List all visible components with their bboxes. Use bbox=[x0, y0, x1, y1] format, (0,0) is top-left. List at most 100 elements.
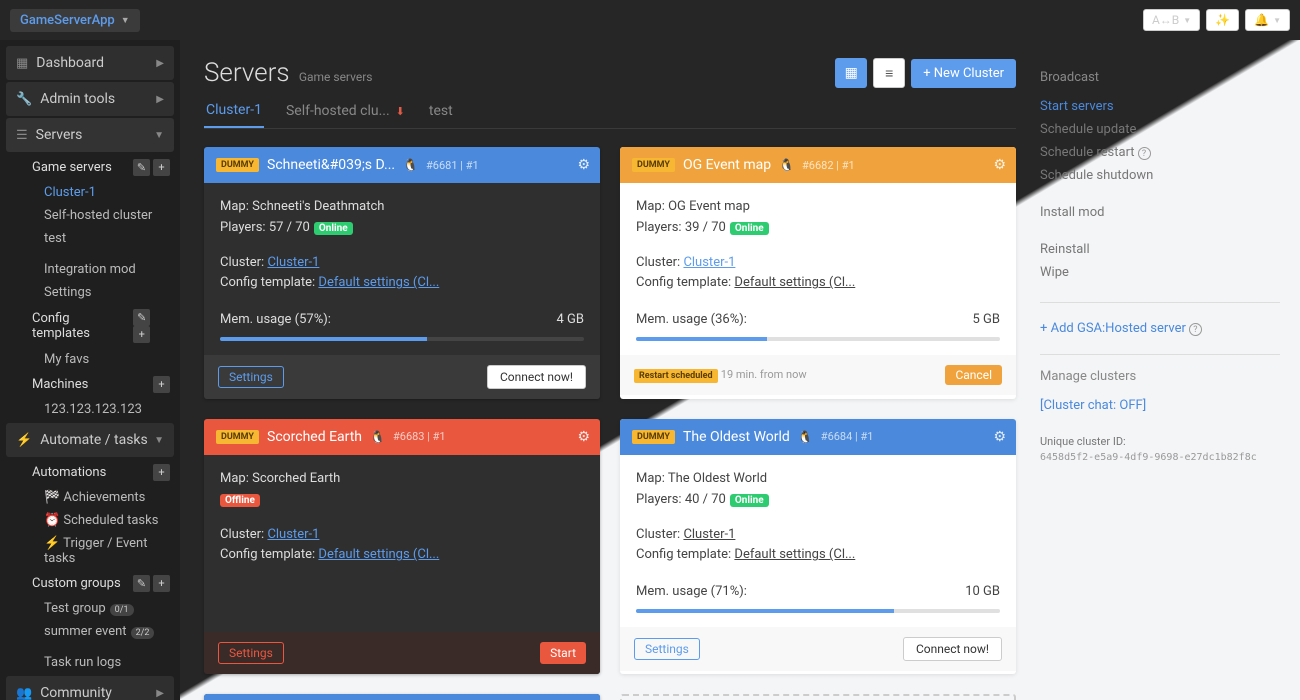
connect-button[interactable]: Connect now! bbox=[487, 365, 586, 389]
server-card-header: DUMMY The Center 🐧 #6685 | #1 ⚙ bbox=[204, 694, 600, 700]
server-id: #6682 | #1 bbox=[802, 159, 855, 172]
plus-icon[interactable]: + bbox=[153, 376, 170, 393]
memory-bar bbox=[636, 337, 1000, 341]
schedule-update-link[interactable]: Schedule update bbox=[1040, 118, 1280, 141]
gear-icon[interactable]: ⚙ bbox=[577, 429, 590, 445]
nav-config-templates[interactable]: Config templates✎+ bbox=[22, 304, 174, 348]
cluster-chat-link[interactable]: [Cluster chat: OFF] bbox=[1040, 394, 1280, 417]
cluster-link[interactable]: Cluster-1 bbox=[683, 255, 735, 270]
gear-icon[interactable]: ⚙ bbox=[993, 429, 1006, 445]
edit-icon[interactable]: ✎ bbox=[133, 575, 150, 592]
nav-self-hosted[interactable]: Self-hosted cluster bbox=[22, 204, 174, 227]
language-button[interactable]: A↔B▼ bbox=[1143, 9, 1200, 31]
nav-achievements[interactable]: 🏁 Achievements bbox=[22, 486, 174, 509]
settings-button[interactable]: Settings bbox=[634, 638, 700, 660]
plus-icon[interactable]: + bbox=[133, 326, 150, 343]
nav-scheduled-tasks[interactable]: ⏰ Scheduled tasks bbox=[22, 509, 174, 532]
linux-icon: 🐧 bbox=[798, 430, 813, 444]
config-link[interactable]: Default settings (Cl... bbox=[318, 275, 439, 290]
server-card-header: DUMMY The Oldest World 🐧 #6684 | #1 ⚙ bbox=[620, 419, 1016, 455]
dummy-badge: DUMMY bbox=[216, 158, 259, 172]
plus-icon[interactable]: + bbox=[153, 464, 170, 481]
status-badge: Online bbox=[730, 494, 769, 507]
empty-slot[interactable] bbox=[620, 694, 1016, 700]
install-mod-link[interactable]: Install mod bbox=[1040, 201, 1280, 224]
tab-self-hosted[interactable]: Self-hosted clu...⬇ bbox=[284, 94, 407, 128]
tab-test[interactable]: test bbox=[427, 94, 455, 128]
status-badge: Online bbox=[730, 222, 769, 235]
nav-machines[interactable]: Machines+ bbox=[22, 371, 174, 398]
nav-cluster-1[interactable]: Cluster-1 bbox=[22, 181, 174, 204]
cluster-link[interactable]: Cluster-1 bbox=[267, 255, 319, 270]
page-subtitle: Game servers bbox=[299, 70, 373, 84]
edit-icon[interactable]: ✎ bbox=[133, 309, 150, 326]
add-hosted-server-link[interactable]: + Add GSA:Hosted server? bbox=[1040, 317, 1280, 340]
server-name: The Oldest World bbox=[683, 429, 790, 445]
cluster-link[interactable]: Cluster-1 bbox=[683, 527, 735, 542]
nav-admin-tools[interactable]: 🔧Admin tools▶ bbox=[6, 82, 174, 116]
help-icon: ? bbox=[1189, 323, 1202, 336]
reinstall-link[interactable]: Reinstall bbox=[1040, 238, 1280, 261]
nav-settings[interactable]: Settings bbox=[22, 281, 174, 304]
nav-automations[interactable]: Automations+ bbox=[22, 459, 174, 486]
grid-view-button[interactable]: ▦ bbox=[835, 58, 867, 88]
nav-machine-ip[interactable]: 123.123.123.123 bbox=[22, 398, 174, 421]
server-name: Scorched Earth bbox=[267, 429, 362, 445]
nav-task-run-logs[interactable]: Task run logs bbox=[22, 651, 174, 674]
config-link[interactable]: Default settings (Cl... bbox=[318, 547, 439, 562]
nav-game-servers[interactable]: Game servers✎+ bbox=[22, 154, 174, 181]
list-view-button[interactable]: ≡ bbox=[873, 58, 905, 88]
nav-my-favs[interactable]: My favs bbox=[22, 348, 174, 371]
magic-button[interactable]: ✨ bbox=[1206, 9, 1239, 31]
nav-servers[interactable]: ☰Servers▼ bbox=[6, 118, 174, 152]
memory-bar bbox=[636, 609, 1000, 613]
bolt-icon: ⚡ bbox=[16, 433, 32, 448]
cancel-button[interactable]: Cancel bbox=[945, 365, 1002, 385]
nav-trigger-tasks[interactable]: ⚡ Trigger / Event tasks bbox=[22, 532, 174, 570]
connect-button[interactable]: Connect now! bbox=[903, 637, 1002, 661]
cluster-tabs: Cluster-1 Self-hosted clu...⬇ test bbox=[204, 94, 1016, 129]
settings-button[interactable]: Settings bbox=[218, 642, 284, 664]
nav-summer-event[interactable]: summer event2/2 bbox=[22, 620, 174, 643]
dummy-badge: DUMMY bbox=[632, 158, 675, 172]
people-icon: 👥 bbox=[16, 686, 32, 700]
tab-cluster-1[interactable]: Cluster-1 bbox=[204, 94, 264, 128]
nav-integration-mod[interactable]: Integration mod bbox=[22, 258, 174, 281]
manage-clusters-heading: Manage clusters bbox=[1040, 369, 1280, 384]
brand-menu[interactable]: GameServerApp ▼ bbox=[10, 9, 140, 32]
edit-icon[interactable]: ✎ bbox=[133, 159, 150, 176]
schedule-restart-link[interactable]: Schedule restart? bbox=[1040, 141, 1280, 164]
start-button[interactable]: Start bbox=[540, 642, 586, 664]
wipe-link[interactable]: Wipe bbox=[1040, 261, 1280, 284]
nav-dashboard[interactable]: ▦Dashboard▶ bbox=[6, 46, 174, 80]
start-servers-link[interactable]: Start servers bbox=[1040, 95, 1280, 118]
schedule-shutdown-link[interactable]: Schedule shutdown bbox=[1040, 164, 1280, 187]
gear-icon[interactable]: ⚙ bbox=[993, 157, 1006, 173]
chevron-right-icon: ▶ bbox=[156, 58, 164, 69]
server-id: #6684 | #1 bbox=[821, 430, 874, 443]
help-icon: ? bbox=[1138, 147, 1151, 160]
config-link[interactable]: Default settings (Cl... bbox=[734, 547, 855, 562]
cluster-link[interactable]: Cluster-1 bbox=[267, 527, 319, 542]
nav-test[interactable]: test bbox=[22, 227, 174, 250]
config-link[interactable]: Default settings (Cl... bbox=[734, 275, 855, 290]
nav-community[interactable]: 👥Community▶ bbox=[6, 676, 174, 700]
dummy-badge: DUMMY bbox=[216, 430, 259, 444]
server-name: Schneeti&#039;s D... bbox=[267, 157, 395, 173]
plus-icon[interactable]: + bbox=[153, 575, 170, 592]
nav-test-group[interactable]: Test group0/1 bbox=[22, 597, 174, 620]
restart-scheduled-badge: Restart scheduled bbox=[634, 369, 718, 383]
settings-button[interactable]: Settings bbox=[218, 366, 284, 388]
nav-custom-groups[interactable]: Custom groups✎+ bbox=[22, 570, 174, 597]
notifications-button[interactable]: 🔔▼ bbox=[1245, 9, 1290, 31]
chevron-right-icon: ▶ bbox=[156, 688, 164, 699]
nav-automate[interactable]: ⚡Automate / tasks▼ bbox=[6, 423, 174, 457]
broadcast-heading: Broadcast bbox=[1040, 70, 1280, 85]
server-card-header: DUMMY Schneeti&#039;s D... 🐧 #6681 | #1 … bbox=[204, 147, 600, 183]
server-card: DUMMY The Center 🐧 #6685 | #1 ⚙ bbox=[204, 694, 600, 700]
gear-icon[interactable]: ⚙ bbox=[577, 157, 590, 173]
download-icon: ⬇ bbox=[396, 105, 405, 118]
plus-icon[interactable]: + bbox=[153, 159, 170, 176]
server-icon: ☰ bbox=[16, 128, 28, 143]
new-cluster-button[interactable]: + New Cluster bbox=[911, 59, 1016, 88]
